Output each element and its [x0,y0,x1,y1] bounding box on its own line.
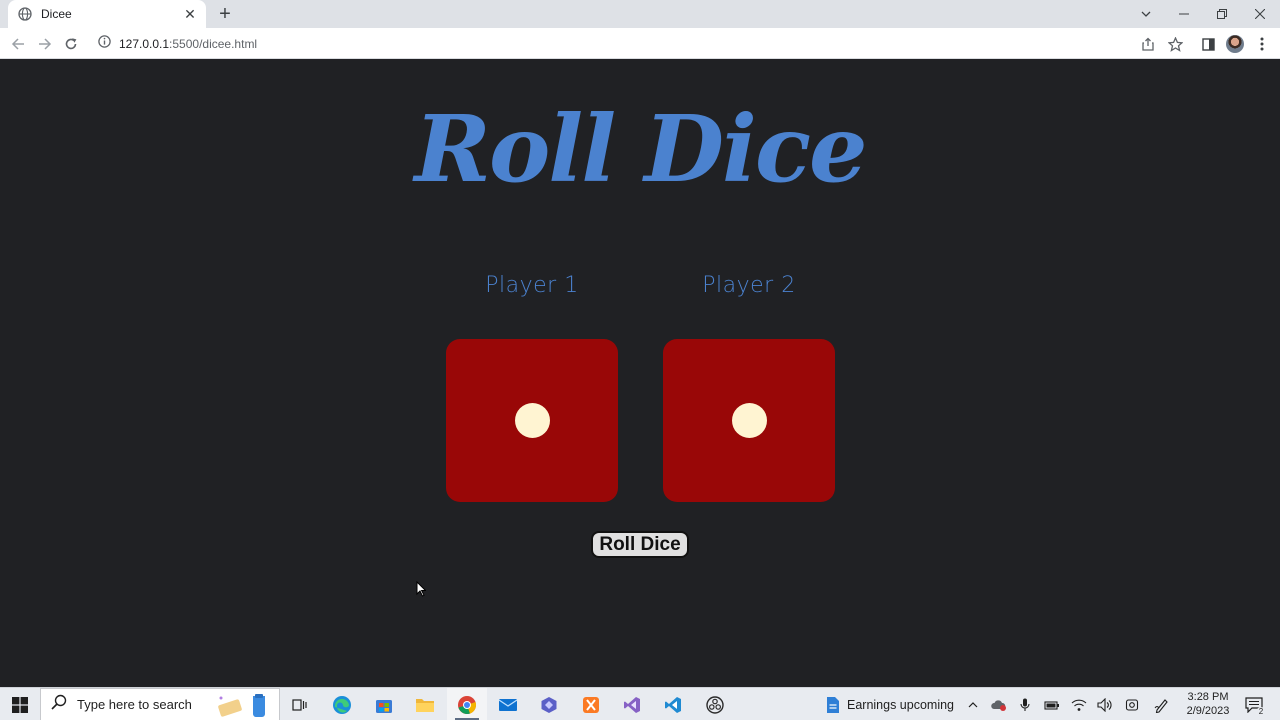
browser-tab[interactable]: Dicee ✕ [8,0,206,28]
news-widget-text: Earnings upcoming [847,697,955,712]
reload-icon[interactable] [60,33,82,55]
search-placeholder: Type here to search [77,697,192,712]
notification-center-icon[interactable]: 2 [1244,696,1266,717]
roll-dice-button[interactable]: Roll Dice [591,531,689,558]
task-view-icon[interactable] [280,688,320,720]
tab-strip: Dicee ✕ + [0,0,1280,28]
mail-icon[interactable] [488,688,528,720]
close-window-button[interactable] [1241,0,1279,28]
die-pip [732,403,767,438]
xampp-icon[interactable] [571,688,611,720]
tab-title: Dicee [41,7,72,21]
search-highlight-icon [213,692,273,720]
vscode-icon[interactable] [653,688,693,720]
info-icon[interactable] [98,34,111,53]
system-clock[interactable]: 3:28 PM 2/9/2023 [1180,690,1236,718]
obs-icon[interactable] [695,688,735,720]
player-1-die [446,339,618,502]
restore-button[interactable] [1203,0,1241,28]
new-tab-button[interactable]: + [215,4,235,24]
menu-dots-icon[interactable] [1251,33,1273,55]
page-content: Roll Dice Player 1 Player 2 Roll Dice [0,59,1280,687]
side-panel-icon[interactable] [1197,33,1219,55]
chrome-icon[interactable] [447,688,487,720]
power-automate-icon[interactable] [529,688,569,720]
battery-icon[interactable] [1043,696,1061,714]
clock-date: 2/9/2023 [1186,705,1230,717]
taskbar-search-box[interactable]: Type here to search [40,688,280,720]
windows-taskbar: Type here to search Earnings upcoming 3:… [0,687,1280,720]
chevron-up-icon[interactable] [964,696,982,714]
microphone-icon[interactable] [1016,696,1034,714]
player-2-die [663,339,835,502]
back-arrow-icon[interactable] [7,33,29,55]
document-icon [826,696,840,714]
url-text: 127.0.0.1:5500/dicee.html [119,37,257,51]
page-title: Roll Dice [414,95,867,203]
meet-now-icon[interactable] [1123,696,1141,714]
visual-studio-icon[interactable] [612,688,652,720]
edge-icon[interactable] [322,688,362,720]
player-2-label: Player 2 [702,273,796,298]
clock-time: 3:28 PM [1187,691,1229,703]
onedrive-error-icon[interactable] [990,696,1008,714]
url-path: :5500/dicee.html [169,36,258,51]
store-icon[interactable] [364,688,404,720]
search-icon [51,694,67,715]
bookmark-star-icon[interactable] [1164,33,1186,55]
player-1-label: Player 1 [485,273,579,298]
windows-start-icon[interactable] [0,688,40,720]
forward-arrow-icon[interactable] [34,33,56,55]
die-pip [515,403,550,438]
share-icon[interactable] [1137,33,1159,55]
globe-icon [18,7,32,21]
close-tab-icon[interactable]: ✕ [182,6,198,22]
volume-icon[interactable] [1096,696,1114,714]
url-host: 127.0.0.1 [119,36,170,51]
pen-icon[interactable] [1153,696,1171,714]
tab-search-icon[interactable] [1127,0,1165,28]
minimize-button[interactable] [1165,0,1203,28]
profile-avatar[interactable] [1224,33,1246,55]
notification-count-badge: 2 [1256,707,1266,717]
mouse-cursor-icon [416,580,427,602]
address-bar[interactable]: 127.0.0.1:5500/dicee.html [90,31,1130,56]
news-widget[interactable]: Earnings upcoming [826,688,954,720]
file-explorer-icon[interactable] [405,688,445,720]
wifi-icon[interactable] [1070,696,1088,714]
browser-toolbar: 127.0.0.1:5500/dicee.html [0,28,1280,59]
